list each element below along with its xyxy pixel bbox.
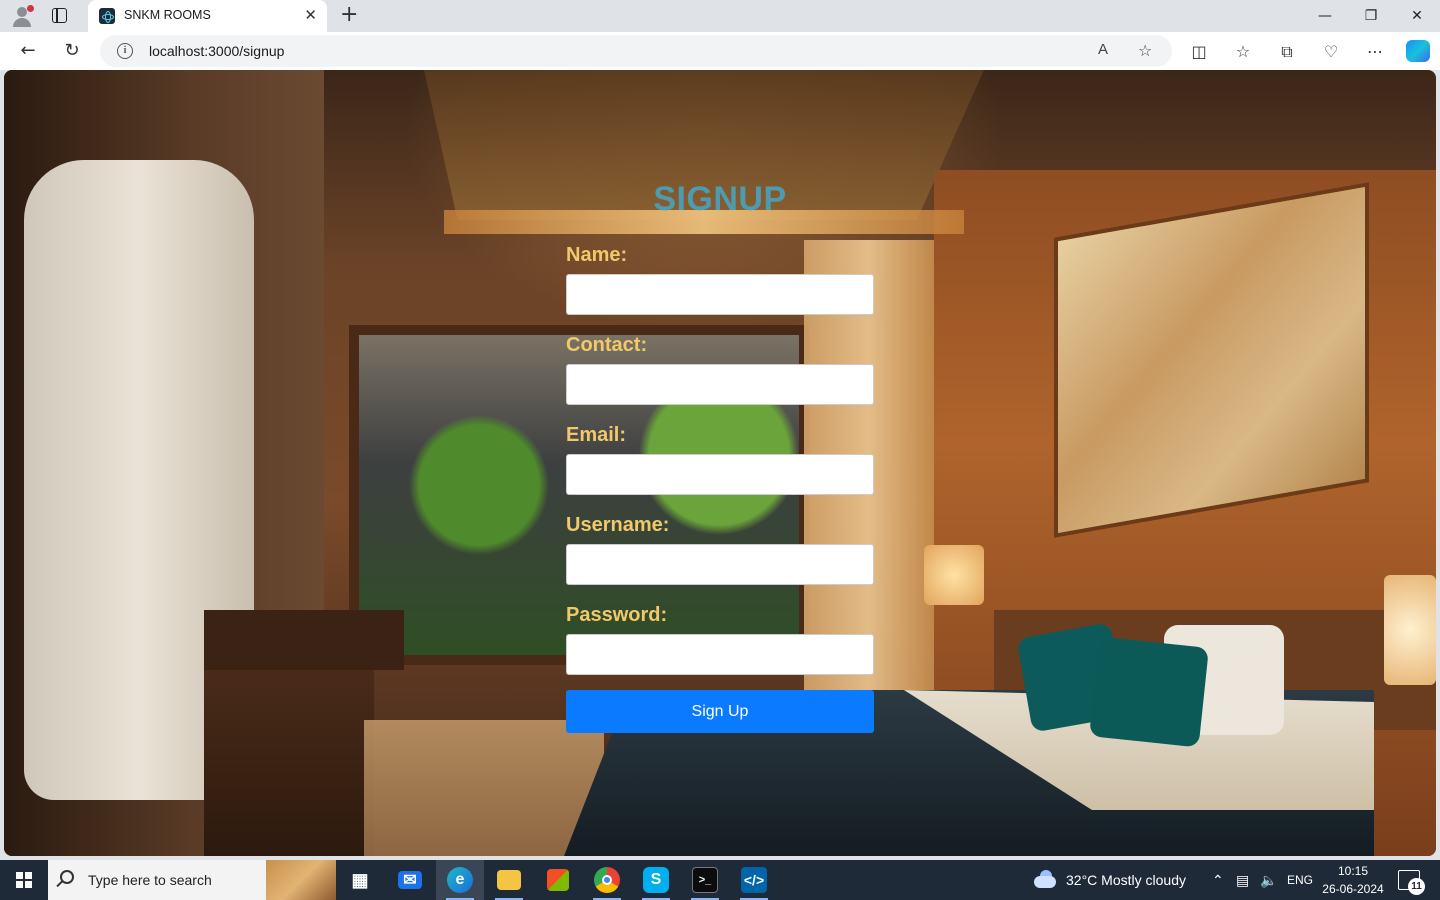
skype-icon[interactable]: S bbox=[632, 860, 680, 900]
email-label: Email: bbox=[566, 424, 627, 446]
search-placeholder: Type here to search bbox=[88, 872, 212, 888]
taskbar-search-box[interactable]: Type here to search bbox=[48, 860, 336, 900]
language-indicator[interactable]: ENG bbox=[1287, 860, 1313, 900]
clock[interactable]: 10:15 26-06-2024 bbox=[1322, 862, 1384, 898]
tab-actions-icon[interactable] bbox=[52, 8, 67, 23]
email-input[interactable] bbox=[566, 454, 874, 495]
window-controls: — ❐ ✕ bbox=[1302, 0, 1440, 32]
react-favicon-icon bbox=[99, 8, 115, 24]
windows-taskbar: Type here to search ▦ ✉ e S >_ </> 32°C … bbox=[0, 860, 1440, 900]
collections-icon[interactable]: ⧉ bbox=[1276, 41, 1298, 63]
browser-toolbar: ← ↻ i localhost:3000/signup A ☆ ◫ ☆ ⧉ ♡ … bbox=[0, 32, 1440, 70]
username-label: Username: bbox=[566, 514, 670, 536]
read-aloud-icon[interactable]: A bbox=[1098, 41, 1108, 58]
file-explorer-icon[interactable] bbox=[485, 860, 533, 900]
search-icon bbox=[60, 870, 74, 884]
site-info-icon[interactable]: i bbox=[117, 43, 133, 59]
signup-form: Name: Contact: Email: Username: Password… bbox=[566, 240, 874, 733]
page-title: SIGNUP bbox=[653, 180, 787, 218]
vscode-icon[interactable]: </> bbox=[730, 860, 778, 900]
weather-text[interactable]: 32°C Mostly cloudy bbox=[1066, 860, 1186, 900]
page-viewport: SIGNUP Name: Contact: Email: Username: P… bbox=[4, 70, 1436, 856]
windows-logo-icon bbox=[16, 872, 32, 888]
address-bar[interactable]: i localhost:3000/signup A ☆ bbox=[100, 35, 1172, 67]
clock-time: 10:15 bbox=[1337, 864, 1369, 878]
favorite-star-icon[interactable]: ☆ bbox=[1138, 41, 1152, 60]
search-highlight-image bbox=[266, 860, 336, 900]
profile-icon[interactable] bbox=[10, 5, 34, 27]
edge-icon[interactable]: e bbox=[436, 860, 484, 900]
refresh-icon[interactable]: ↻ bbox=[60, 39, 84, 63]
show-hidden-icons-icon[interactable]: ⌃ bbox=[1212, 860, 1224, 900]
store-icon[interactable] bbox=[534, 860, 582, 900]
back-icon[interactable]: ← bbox=[16, 39, 40, 63]
task-view-icon[interactable]: ▦ bbox=[336, 860, 384, 900]
minimize-icon[interactable]: — bbox=[1302, 0, 1348, 32]
network-icon[interactable]: ▤ bbox=[1236, 860, 1249, 900]
volume-icon[interactable]: 🔈 bbox=[1260, 860, 1277, 900]
tab-title: SNKM ROOMS bbox=[124, 8, 211, 22]
mail-icon[interactable]: ✉ bbox=[386, 860, 434, 900]
password-input[interactable] bbox=[566, 634, 874, 675]
password-label: Password: bbox=[566, 604, 668, 626]
browser-tab-bar: SNKM ROOMS ✕ + — ❐ ✕ bbox=[0, 0, 1440, 32]
contact-label: Contact: bbox=[566, 334, 648, 356]
sign-up-button[interactable]: Sign Up bbox=[566, 690, 874, 733]
terminal-icon[interactable]: >_ bbox=[681, 860, 729, 900]
browser-essentials-icon[interactable]: ♡ bbox=[1320, 41, 1342, 63]
weather-cloudy-icon[interactable] bbox=[1034, 870, 1058, 888]
close-tab-icon[interactable]: ✕ bbox=[304, 7, 317, 23]
more-options-icon[interactable]: ⋯ bbox=[1364, 41, 1386, 63]
copilot-icon[interactable] bbox=[1406, 40, 1430, 62]
notification-count-badge: 11 bbox=[1408, 878, 1425, 895]
close-window-icon[interactable]: ✕ bbox=[1394, 0, 1440, 32]
chrome-icon[interactable] bbox=[583, 860, 631, 900]
contact-input[interactable] bbox=[566, 364, 874, 405]
restore-icon[interactable]: ❐ bbox=[1348, 0, 1394, 32]
new-tab-icon[interactable]: + bbox=[340, 4, 358, 26]
browser-tab-active[interactable]: SNKM ROOMS ✕ bbox=[88, 0, 327, 32]
start-button[interactable] bbox=[0, 860, 48, 900]
username-input[interactable] bbox=[566, 544, 874, 585]
name-label: Name: bbox=[566, 244, 628, 266]
favorites-icon[interactable]: ☆ bbox=[1232, 41, 1254, 63]
clock-date: 26-06-2024 bbox=[1322, 882, 1384, 896]
name-input[interactable] bbox=[566, 274, 874, 315]
split-screen-icon[interactable]: ◫ bbox=[1188, 41, 1210, 63]
url-text[interactable]: localhost:3000/signup bbox=[149, 43, 284, 59]
